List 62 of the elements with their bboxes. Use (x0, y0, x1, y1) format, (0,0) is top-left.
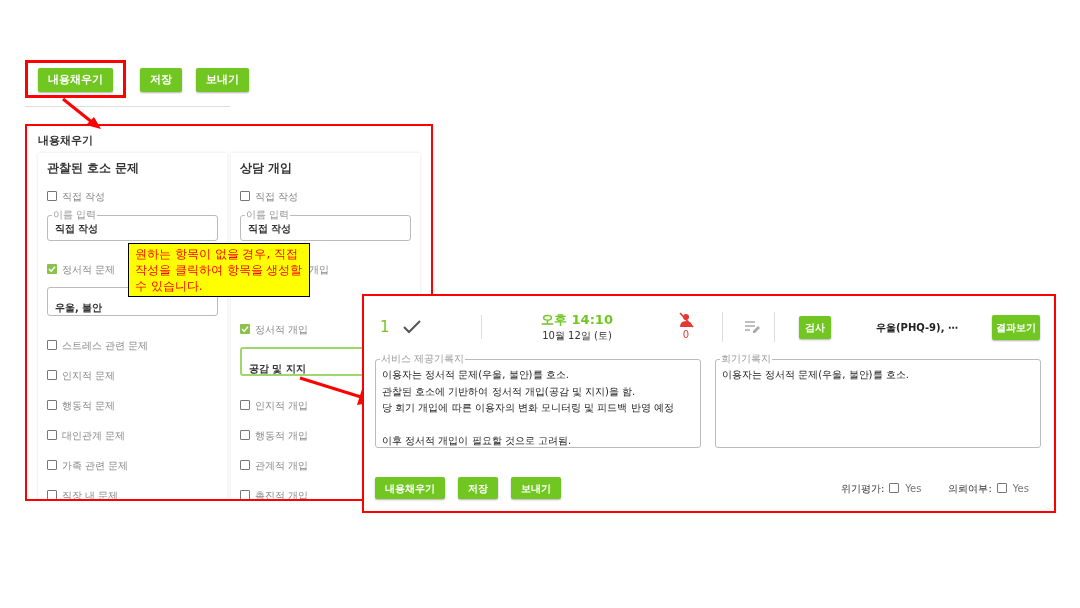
hint-tooltip: 원하는 항목이 없을 경우, 직접 작성을 클릭하여 항목을 생성할 수 있습니다. (128, 243, 310, 297)
checkbox-label: 직접 작성 (255, 189, 299, 204)
field-value: 직접 작성 (248, 221, 292, 236)
option-label: Yes (1012, 481, 1029, 496)
checkbox-label: 관계적 개입 (255, 458, 309, 473)
checkbox-label: 행동적 개입 (255, 428, 309, 443)
record-number: 1 (379, 316, 391, 338)
checkbox[interactable] (47, 191, 57, 201)
checkbox-label: 개입 (309, 262, 329, 277)
check-label: 의뢰여부: (948, 481, 992, 496)
option-label: Yes (905, 481, 922, 496)
checkbox[interactable] (47, 460, 57, 470)
checkbox[interactable] (47, 264, 57, 274)
note-text: 이용자는 정서적 문제(우울, 불안)를 호소. (722, 368, 910, 382)
action-button[interactable]: 저장 (458, 477, 498, 499)
edit-list-icon[interactable] (744, 320, 760, 334)
checkbox-label: 대인관계 문제 (62, 428, 126, 443)
toolbar-button[interactable]: 내용채우기 (38, 68, 113, 93)
test-summary: 우울(PHQ-9), ⋯ (876, 320, 959, 335)
checkbox[interactable] (240, 430, 250, 440)
record-date: 10월 12일 (토) (542, 328, 612, 343)
field-label: 이름 입력 (52, 209, 98, 221)
note-label: 서비스 제공기록지 (380, 353, 466, 365)
checkbox[interactable] (240, 460, 250, 470)
panel-title: 내용채우기 (38, 132, 93, 149)
checkbox-label: 정서적 문제 (62, 262, 116, 277)
field-value: 직접 작성 (55, 221, 99, 236)
checkbox[interactable] (47, 430, 57, 440)
checkbox-label: 행동적 문제 (62, 398, 116, 413)
checkbox-label: 직접 작성 (62, 189, 106, 204)
record-time: 오후 14:10 (541, 310, 613, 328)
checkbox[interactable] (240, 324, 250, 334)
checkbox[interactable] (47, 400, 57, 410)
checkbox-label: 스트레스 관련 문제 (62, 338, 149, 353)
checkbox[interactable] (240, 191, 250, 201)
toolbar-button[interactable]: 저장 (140, 68, 182, 93)
checkbox[interactable] (47, 370, 57, 380)
test-button[interactable]: 검사 (799, 315, 831, 339)
person-off-icon (678, 312, 694, 328)
text-area-value: 공감 및 지지 (249, 363, 306, 374)
note-label: 회기기록지 (720, 353, 772, 365)
checkbox-label: 가족 관련 문제 (62, 458, 129, 473)
checkbox-label: 인지적 문제 (62, 368, 116, 383)
action-button[interactable]: 보내기 (511, 477, 561, 499)
check-label: 위기평가: (840, 481, 885, 496)
text-area-value: 우울, 불안 (55, 302, 103, 313)
checkbox[interactable] (47, 490, 57, 499)
checkbox[interactable] (47, 340, 57, 350)
column-title: 상담 개입 (240, 159, 293, 177)
action-button[interactable]: 내용채우기 (375, 477, 445, 499)
field-label: 이름 입력 (245, 209, 291, 221)
checkbox[interactable] (996, 483, 1007, 493)
missed-count: 0 (682, 328, 690, 342)
toolbar-button[interactable]: 보내기 (196, 68, 249, 93)
checkbox[interactable] (889, 483, 900, 493)
checkbox[interactable] (240, 400, 250, 410)
checkbox-label: 인지적 개입 (255, 398, 309, 413)
check-icon (403, 320, 421, 334)
checkbox[interactable] (240, 490, 250, 499)
result-button[interactable]: 결과보기 (992, 314, 1040, 340)
checkbox-label: 정서적 개입 (255, 322, 309, 337)
column-title: 관찰된 호소 문제 (47, 159, 140, 177)
